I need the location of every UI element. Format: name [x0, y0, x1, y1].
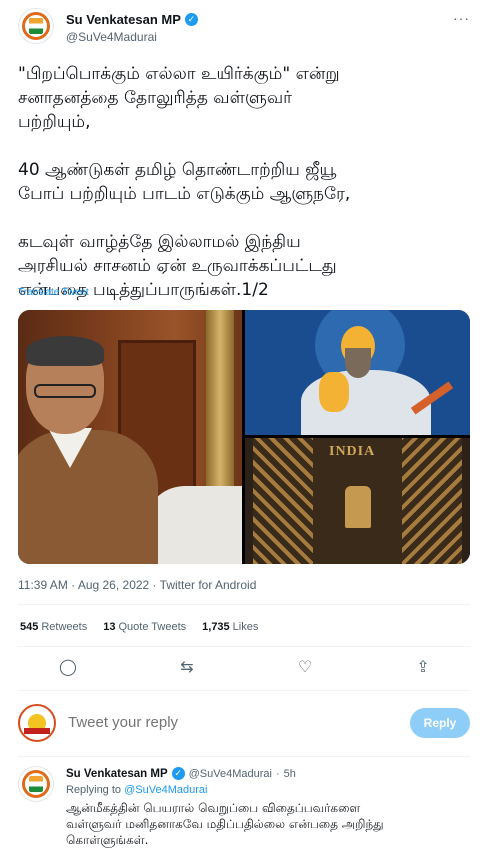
replying-to-handle[interactable]: @SuVe4Madurai — [124, 784, 207, 796]
tweet-actions: ◯ ⇆ ♡ ⇪ — [18, 656, 470, 680]
reply-text: ஆன்மீகத்தின் பெயரால் வெறுப்பை விதைப்பவர்… — [66, 801, 384, 847]
translate-tweet-link[interactable]: Translate Tweet — [18, 287, 89, 298]
reply-author-name[interactable]: Su Venkatesan MP — [66, 768, 168, 780]
author-handle[interactable]: @SuVe4Madurai — [66, 30, 157, 44]
author-display-name[interactable]: Su Venkatesan MP — [66, 12, 181, 27]
emblem-icon — [345, 486, 371, 528]
retweet-icon[interactable]: ⇆ — [175, 656, 199, 680]
likes-stat[interactable]: 1,735 Likes — [202, 621, 258, 633]
reply-icon[interactable]: ◯ — [56, 656, 80, 680]
current-user-avatar[interactable] — [18, 704, 56, 742]
reply-time[interactable]: 5h — [284, 768, 296, 780]
reply-author-avatar[interactable] — [18, 766, 54, 802]
replying-to: Replying to @SuVe4Madurai — [66, 784, 207, 796]
separator-dot: · — [275, 767, 280, 780]
more-options-icon[interactable]: ··· — [453, 10, 470, 26]
divider — [18, 756, 470, 757]
reply-button[interactable]: Reply — [410, 708, 470, 738]
reply-author-handle[interactable]: @SuVe4Madurai — [189, 768, 272, 780]
tweet-header: Su Venkatesan MP ✓ @SuVe4Madurai ··· — [18, 8, 470, 48]
like-icon[interactable]: ♡ — [293, 656, 317, 680]
divider — [18, 690, 470, 691]
media-photo-illustration[interactable] — [245, 310, 470, 435]
reply-composer: Reply — [18, 702, 470, 746]
author-name-row[interactable]: Su Venkatesan MP ✓ — [66, 12, 198, 27]
tweet-text: "பிறப்பொக்கும் எல்லா உயிர்க்கும்" என்று … — [18, 64, 351, 300]
tweet-stats: 545 Retweets 13 Quote Tweets 1,735 Likes — [20, 621, 258, 633]
media-photo-person[interactable] — [18, 310, 242, 564]
retweets-stat[interactable]: 545 Retweets — [20, 621, 87, 633]
author-avatar[interactable] — [18, 8, 54, 44]
verified-badge-icon: ✓ — [171, 767, 185, 780]
divider — [18, 604, 470, 605]
share-icon[interactable]: ⇪ — [411, 656, 435, 680]
tweet-timestamp[interactable]: 11:39 AM · Aug 26, 2022 · Twitter for An… — [18, 578, 256, 592]
verified-badge-icon: ✓ — [184, 13, 198, 26]
constitution-cover-title: INDIA — [329, 444, 376, 459]
replying-to-label: Replying to — [66, 784, 122, 796]
reply-header: Su Venkatesan MP ✓ @SuVe4Madurai · 5h — [66, 767, 296, 780]
reply-input[interactable] — [68, 714, 368, 731]
media-photo-constitution[interactable]: INDIA — [245, 438, 470, 564]
tweet-media-grid: INDIA — [18, 310, 470, 564]
divider — [18, 646, 470, 647]
quote-tweets-stat[interactable]: 13 Quote Tweets — [103, 621, 186, 633]
